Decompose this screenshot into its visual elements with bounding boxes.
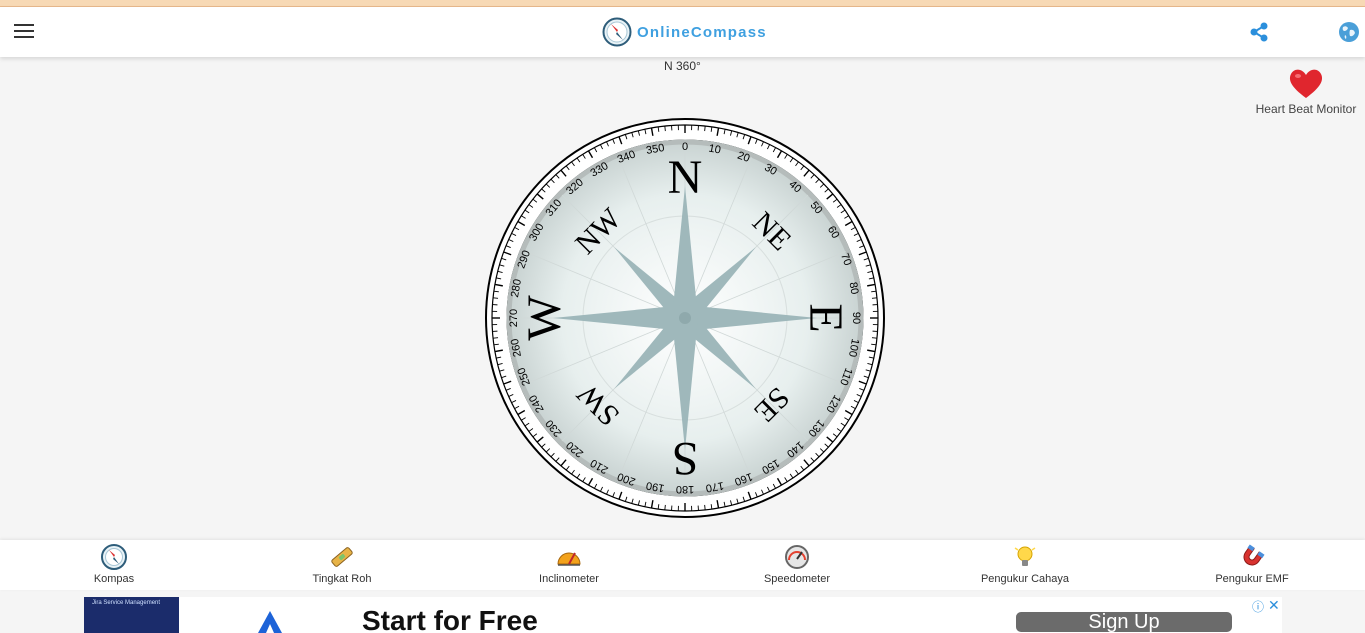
- degree-label: 10: [708, 143, 722, 157]
- compass-svg: 0 10 2030405060708090100110120130140150160…: [485, 118, 885, 518]
- magnet-icon: [1243, 544, 1265, 566]
- compass-logo-icon: [602, 17, 632, 47]
- inclinometer-icon: [557, 552, 581, 566]
- app-header: OnlineCompass: [0, 7, 1365, 57]
- ad-info-icon[interactable]: ⓘ: [1252, 598, 1264, 615]
- ad-sign-up-button[interactable]: Sign Up: [1016, 612, 1232, 632]
- nav-item-pengukur-cahaya[interactable]: Pengukur Cahaya: [950, 544, 1100, 585]
- brand-name: OnlineCompass: [637, 23, 767, 41]
- heart-beat-monitor-link[interactable]: Heart Beat Monitor: [1250, 66, 1362, 116]
- heart-icon: [1289, 69, 1323, 98]
- nav-label-speedometer: Speedometer: [763, 573, 831, 585]
- compass-tick: [493, 297, 499, 299]
- hamburger-menu-icon[interactable]: [14, 24, 34, 40]
- degree-label: 80: [847, 281, 861, 295]
- ad-headline: Start for Free: [362, 605, 538, 633]
- advertisement-banner[interactable]: Jira Service Management Start for Free S…: [84, 597, 1282, 633]
- brand-logo[interactable]: OnlineCompass: [602, 17, 767, 47]
- nav-item-inclinometer[interactable]: Inclinometer: [494, 544, 644, 585]
- nav-label-pengukur-cahaya: Pengukur Cahaya: [980, 573, 1070, 585]
- compass-tick: [871, 337, 877, 339]
- compass-tick: [704, 126, 706, 132]
- nav-item-kompas[interactable]: Kompas: [39, 544, 189, 585]
- ad-thumbnail-text: Jira Service Management: [92, 600, 161, 606]
- cardinal-label-e: E: [799, 303, 852, 332]
- compass-tick: [704, 504, 706, 510]
- compass-tick: [871, 297, 877, 299]
- compass-tick: [493, 337, 499, 339]
- nav-label-kompas: Kompas: [93, 573, 135, 585]
- spirit-level-icon: [331, 547, 353, 567]
- ad-thumbnail: Jira Service Management: [84, 597, 179, 633]
- ad-close-icon[interactable]: ✕: [1268, 597, 1280, 614]
- nav-item-tingkat-roh[interactable]: Tingkat Roh: [267, 544, 417, 585]
- cardinal-label-s: S: [672, 432, 699, 485]
- nav-label-pengukur-emf: Pengukur EMF: [1215, 573, 1289, 585]
- cardinal-label-n: N: [668, 151, 703, 204]
- share-icon[interactable]: [1248, 21, 1270, 43]
- globe-icon[interactable]: [1338, 21, 1360, 43]
- nav-label-inclinometer: Inclinometer: [539, 573, 599, 585]
- heading-readout: N 360°: [664, 59, 701, 73]
- bottom-navigation: Kompas Tingkat Roh Inclinometer Speedome…: [0, 540, 1365, 590]
- speedometer-icon: [785, 545, 809, 569]
- light-bulb-icon: [1014, 546, 1036, 566]
- atlassian-logo-icon: [258, 611, 282, 633]
- nav-item-speedometer[interactable]: Speedometer: [722, 544, 872, 585]
- cardinal-label-w: W: [518, 295, 571, 341]
- compass-icon: [101, 544, 127, 570]
- compass-dial[interactable]: 0 10 20 30 40 50 60 70 80 90 100 110 120 130 140 150 160…: [484, 117, 886, 519]
- compass-tick: [664, 126, 666, 132]
- compass-tick: [664, 504, 666, 510]
- top-accent-strip: [0, 0, 1365, 7]
- heart-beat-monitor-label: Heart Beat Monitor: [1255, 102, 1357, 116]
- nav-item-pengukur-emf[interactable]: Pengukur EMF: [1177, 544, 1327, 585]
- rose-center: [679, 312, 691, 324]
- nav-label-tingkat-roh: Tingkat Roh: [312, 573, 372, 585]
